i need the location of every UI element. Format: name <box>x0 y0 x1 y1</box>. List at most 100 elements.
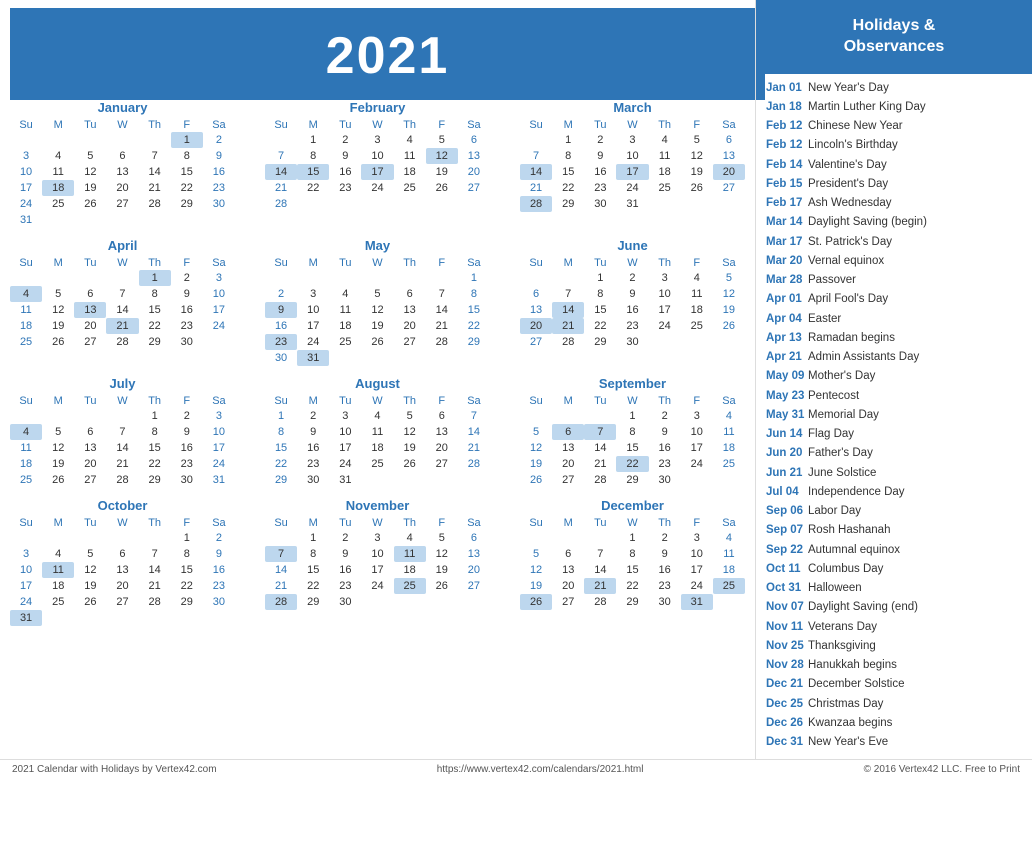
cal-day: 28 <box>426 334 458 350</box>
holiday-name: New Year's Eve <box>808 734 888 751</box>
cal-day: 7 <box>265 148 297 164</box>
cal-day: 17 <box>649 302 681 318</box>
cal-day: 25 <box>394 180 426 196</box>
cal-day: 6 <box>74 286 106 302</box>
cal-day: 1 <box>265 408 297 424</box>
cal-day: 12 <box>42 440 74 456</box>
holiday-item: Apr 21Admin Assistants Day <box>766 349 1022 366</box>
cal-day: 29 <box>584 334 616 350</box>
cal-day: 25 <box>394 578 426 594</box>
day-header-su: Su <box>10 256 42 270</box>
holiday-date: Apr 13 <box>766 330 808 347</box>
cal-day: 21 <box>584 578 616 594</box>
cal-day: 31 <box>10 610 42 626</box>
cal-day: 17 <box>10 578 42 594</box>
month-january: JanuarySuMTuWThFSa1234567891011121314151… <box>10 100 235 228</box>
cal-day <box>139 610 171 626</box>
day-header-sa: Sa <box>203 394 235 408</box>
cal-day: 2 <box>649 530 681 546</box>
cal-day <box>681 196 713 212</box>
cal-day: 20 <box>74 318 106 334</box>
cal-day: 1 <box>139 408 171 424</box>
day-header-tu: Tu <box>329 256 361 270</box>
cal-day: 6 <box>106 546 138 562</box>
cal-day: 20 <box>552 456 584 472</box>
cal-day <box>265 270 297 286</box>
day-header-w: W <box>361 256 393 270</box>
cal-day: 19 <box>713 302 745 318</box>
day-header-sa: Sa <box>458 118 490 132</box>
cal-table-april: SuMTuWThFSa12345678910111213141516171819… <box>10 256 235 350</box>
cal-day: 5 <box>361 286 393 302</box>
cal-day: 8 <box>552 148 584 164</box>
holiday-date: Feb 12 <box>766 137 808 154</box>
cal-day: 18 <box>713 440 745 456</box>
cal-day: 28 <box>584 594 616 610</box>
day-header-f: F <box>681 256 713 270</box>
cal-day: 11 <box>10 302 42 318</box>
cal-day: 5 <box>74 148 106 164</box>
holiday-date: Sep 06 <box>766 503 808 520</box>
cal-day: 22 <box>297 180 329 196</box>
day-header-th: Th <box>649 256 681 270</box>
day-header-w: W <box>616 394 648 408</box>
cal-day: 16 <box>265 318 297 334</box>
holiday-item: May 09Mother's Day <box>766 368 1022 385</box>
holiday-item: Nov 07Daylight Saving (end) <box>766 599 1022 616</box>
holiday-item: Dec 21December Solstice <box>766 676 1022 693</box>
cal-day: 12 <box>426 546 458 562</box>
holidays-list: Jan 01New Year's DayJan 18Martin Luther … <box>756 74 1032 760</box>
cal-day: 29 <box>552 196 584 212</box>
day-header-f: F <box>171 256 203 270</box>
cal-day: 9 <box>329 546 361 562</box>
cal-day: 26 <box>74 196 106 212</box>
holiday-date: Jun 21 <box>766 465 808 482</box>
cal-day: 20 <box>74 456 106 472</box>
cal-day: 26 <box>681 180 713 196</box>
cal-day: 19 <box>520 578 552 594</box>
cal-day: 1 <box>616 530 648 546</box>
cal-day: 12 <box>426 148 458 164</box>
cal-day: 10 <box>361 148 393 164</box>
cal-day <box>329 196 361 212</box>
cal-day: 22 <box>171 180 203 196</box>
cal-day <box>520 408 552 424</box>
holiday-date: Feb 15 <box>766 176 808 193</box>
day-header-f: F <box>171 118 203 132</box>
cal-day: 13 <box>106 562 138 578</box>
cal-day: 4 <box>10 286 42 302</box>
cal-day: 27 <box>458 180 490 196</box>
cal-day: 27 <box>426 456 458 472</box>
cal-day <box>394 196 426 212</box>
cal-day: 8 <box>297 148 329 164</box>
cal-day: 10 <box>297 302 329 318</box>
cal-day: 15 <box>297 562 329 578</box>
cal-day: 14 <box>520 164 552 180</box>
footer-center: https://www.vertex42.com/calendars/2021.… <box>437 764 644 775</box>
cal-day: 21 <box>552 318 584 334</box>
cal-day: 16 <box>329 164 361 180</box>
month-march: MarchSuMTuWThFSa123456789101112131415161… <box>520 100 745 228</box>
cal-day <box>361 594 393 610</box>
cal-day <box>552 530 584 546</box>
cal-day: 9 <box>297 424 329 440</box>
cal-day: 5 <box>42 424 74 440</box>
cal-day: 19 <box>426 562 458 578</box>
cal-day <box>552 270 584 286</box>
year-header: 2021 <box>10 8 765 100</box>
cal-day: 4 <box>394 132 426 148</box>
cal-day <box>394 270 426 286</box>
cal-day: 20 <box>552 578 584 594</box>
months-row-0: JanuarySuMTuWThFSa1234567891011121314151… <box>10 100 745 228</box>
cal-day: 7 <box>139 546 171 562</box>
holiday-item: Mar 14Daylight Saving (begin) <box>766 214 1022 231</box>
cal-table-august: SuMTuWThFSa12345678910111213141516171819… <box>265 394 490 488</box>
cal-day: 27 <box>458 578 490 594</box>
cal-day: 6 <box>74 424 106 440</box>
cal-day: 29 <box>616 472 648 488</box>
cal-day <box>106 270 138 286</box>
cal-day: 31 <box>681 594 713 610</box>
cal-day: 17 <box>361 562 393 578</box>
day-header-su: Su <box>10 516 42 530</box>
cal-day: 10 <box>681 546 713 562</box>
